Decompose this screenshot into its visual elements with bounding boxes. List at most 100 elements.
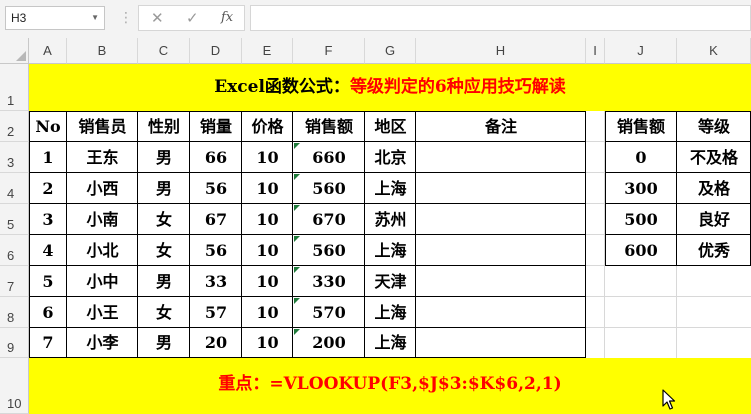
table-cell[interactable]: 10 bbox=[242, 297, 293, 328]
enter-icon[interactable]: ✓ bbox=[186, 8, 199, 28]
formula-input[interactable] bbox=[250, 5, 751, 31]
row-header-7[interactable]: 7 bbox=[0, 266, 29, 297]
table-header-cell[interactable]: 地区 bbox=[365, 111, 416, 142]
table-cell[interactable]: 男 bbox=[138, 266, 190, 297]
row-header-5[interactable]: 5 bbox=[0, 204, 29, 235]
table-cell[interactable]: 女 bbox=[138, 235, 190, 266]
table-cell[interactable]: 20 bbox=[190, 328, 242, 358]
table-header-cell[interactable]: 价格 bbox=[242, 111, 293, 142]
more-options-icon[interactable]: ⋮ bbox=[119, 8, 133, 28]
table-cell[interactable]: 苏州 bbox=[365, 204, 416, 235]
table-cell[interactable]: 66 bbox=[190, 142, 242, 173]
grade-cell[interactable]: 300 bbox=[605, 173, 677, 204]
column-header-k[interactable]: K bbox=[677, 38, 751, 64]
table-cell[interactable]: 上海 bbox=[365, 328, 416, 358]
row-header-10[interactable]: 10 bbox=[0, 358, 29, 414]
table-header-cell[interactable]: 销量 bbox=[190, 111, 242, 142]
column-header-i[interactable]: I bbox=[586, 38, 605, 64]
table-cell[interactable]: 570 bbox=[293, 297, 365, 328]
row-header-2[interactable]: 2 bbox=[0, 111, 29, 142]
table-cell[interactable]: 小李 bbox=[67, 328, 138, 358]
table-cell[interactable]: 67 bbox=[190, 204, 242, 235]
table-cell[interactable]: 10 bbox=[242, 266, 293, 297]
table-cell[interactable]: 6 bbox=[29, 297, 67, 328]
table-cell[interactable]: 男 bbox=[138, 142, 190, 173]
grade-cell[interactable]: 500 bbox=[605, 204, 677, 235]
grade-cell[interactable]: 不及格 bbox=[677, 142, 751, 173]
table-cell[interactable]: 天津 bbox=[365, 266, 416, 297]
remark-cell[interactable] bbox=[416, 297, 586, 328]
table-cell[interactable]: 560 bbox=[293, 235, 365, 266]
grade-cell[interactable]: 0 bbox=[605, 142, 677, 173]
row-header-4[interactable]: 4 bbox=[0, 173, 29, 204]
table-cell[interactable]: 男 bbox=[138, 328, 190, 358]
remark-cell[interactable] bbox=[416, 235, 586, 266]
column-header-a[interactable]: A bbox=[29, 38, 67, 64]
column-header-e[interactable]: E bbox=[242, 38, 293, 64]
table-cell[interactable]: 5 bbox=[29, 266, 67, 297]
table-cell[interactable]: 10 bbox=[242, 235, 293, 266]
grade-cell[interactable]: 及格 bbox=[677, 173, 751, 204]
column-header-h[interactable]: H bbox=[416, 38, 586, 64]
table-cell[interactable]: 10 bbox=[242, 328, 293, 358]
remark-cell[interactable] bbox=[416, 142, 586, 173]
remark-cell[interactable] bbox=[416, 173, 586, 204]
remark-cell[interactable] bbox=[416, 328, 586, 358]
chevron-down-icon[interactable]: ▼ bbox=[91, 7, 99, 29]
grade-header-cell[interactable]: 销售额 bbox=[605, 111, 677, 142]
column-header-f[interactable]: F bbox=[293, 38, 365, 64]
table-cell[interactable]: 560 bbox=[293, 173, 365, 204]
insert-function-icon[interactable]: fx bbox=[221, 8, 233, 28]
table-cell[interactable]: 33 bbox=[190, 266, 242, 297]
grade-cell[interactable]: 优秀 bbox=[677, 235, 751, 266]
select-all-corner[interactable] bbox=[0, 38, 29, 64]
table-cell[interactable]: 2 bbox=[29, 173, 67, 204]
table-cell[interactable]: 4 bbox=[29, 235, 67, 266]
table-cell[interactable]: 10 bbox=[242, 204, 293, 235]
table-cell[interactable]: 1 bbox=[29, 142, 67, 173]
table-header-cell[interactable]: 销售额 bbox=[293, 111, 365, 142]
name-box[interactable]: H3 ▼ bbox=[5, 6, 105, 30]
table-cell[interactable]: 330 bbox=[293, 266, 365, 297]
row-header-6[interactable]: 6 bbox=[0, 235, 29, 266]
table-cell[interactable]: 女 bbox=[138, 297, 190, 328]
table-cell[interactable]: 56 bbox=[190, 173, 242, 204]
table-cell[interactable]: 小南 bbox=[67, 204, 138, 235]
table-cell[interactable]: 王东 bbox=[67, 142, 138, 173]
column-header-d[interactable]: D bbox=[190, 38, 242, 64]
table-cell[interactable]: 小北 bbox=[67, 235, 138, 266]
table-cell[interactable]: 上海 bbox=[365, 173, 416, 204]
table-cell[interactable]: 北京 bbox=[365, 142, 416, 173]
table-header-cell[interactable]: No bbox=[29, 111, 67, 142]
grade-header-cell[interactable]: 等级 bbox=[677, 111, 751, 142]
row-header-3[interactable]: 3 bbox=[0, 142, 29, 173]
table-cell[interactable]: 小西 bbox=[67, 173, 138, 204]
column-header-b[interactable]: B bbox=[67, 38, 138, 64]
column-header-g[interactable]: G bbox=[365, 38, 416, 64]
table-header-cell[interactable]: 性别 bbox=[138, 111, 190, 142]
table-cell[interactable]: 女 bbox=[138, 204, 190, 235]
remark-cell[interactable] bbox=[416, 204, 586, 235]
table-cell[interactable]: 7 bbox=[29, 328, 67, 358]
table-cell[interactable]: 上海 bbox=[365, 235, 416, 266]
table-cell[interactable]: 小王 bbox=[67, 297, 138, 328]
table-cell[interactable]: 660 bbox=[293, 142, 365, 173]
column-header-j[interactable]: J bbox=[605, 38, 677, 64]
table-cell[interactable]: 57 bbox=[190, 297, 242, 328]
column-header-c[interactable]: C bbox=[138, 38, 190, 64]
cancel-icon[interactable]: ✕ bbox=[151, 8, 164, 28]
table-cell[interactable]: 3 bbox=[29, 204, 67, 235]
table-cell[interactable]: 56 bbox=[190, 235, 242, 266]
row-header-1[interactable]: 1 bbox=[0, 64, 29, 111]
table-cell[interactable]: 小中 bbox=[67, 266, 138, 297]
remark-cell[interactable] bbox=[416, 266, 586, 297]
table-cell[interactable]: 男 bbox=[138, 173, 190, 204]
grade-cell[interactable]: 良好 bbox=[677, 204, 751, 235]
table-cell[interactable]: 10 bbox=[242, 173, 293, 204]
table-cell[interactable]: 10 bbox=[242, 142, 293, 173]
table-header-cell[interactable]: 备注 bbox=[416, 111, 586, 142]
table-header-cell[interactable]: 销售员 bbox=[67, 111, 138, 142]
table-cell[interactable]: 200 bbox=[293, 328, 365, 358]
table-cell[interactable]: 上海 bbox=[365, 297, 416, 328]
grade-cell[interactable]: 600 bbox=[605, 235, 677, 266]
